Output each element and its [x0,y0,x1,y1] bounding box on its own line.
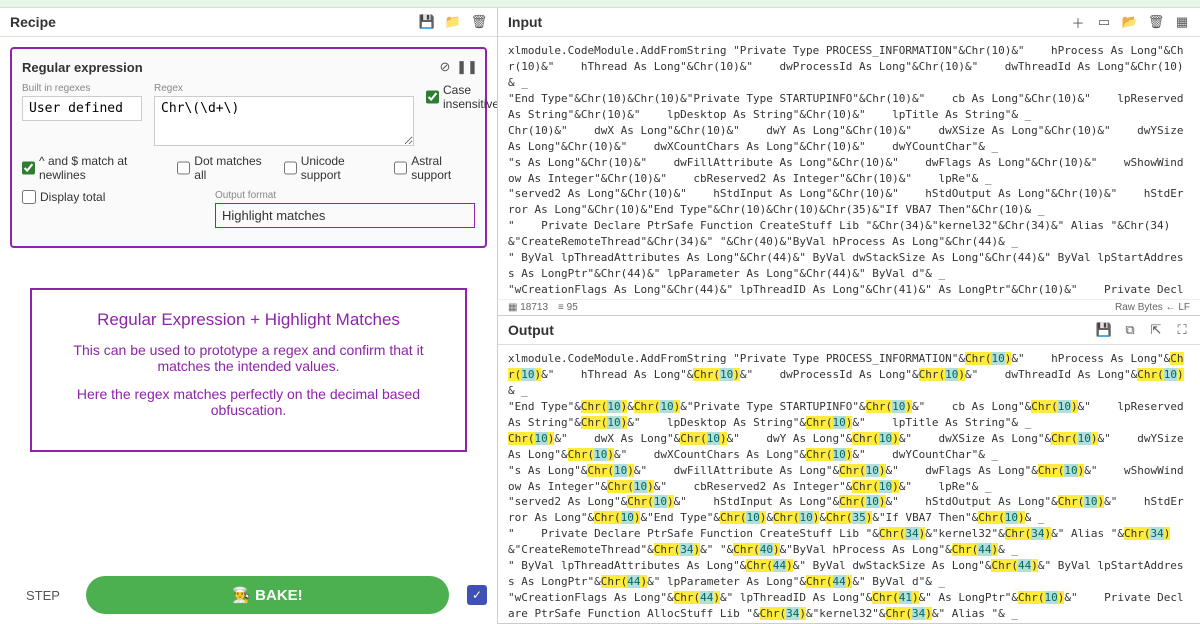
open-file-icon[interactable]: 📂 [1122,14,1138,30]
output-section: Output 💾 ⧉ ⇱ ⛶ xlmodule.CodeModule.AddFr… [498,316,1200,624]
top-banner [0,0,1200,8]
builtin-select[interactable] [22,96,142,121]
recipe-title: Recipe [10,14,56,30]
save-icon[interactable]: 💾 [419,14,435,30]
output-content: xlmodule.CodeModule.AddFromString "Priva… [498,345,1200,623]
disable-icon[interactable]: ⊘ [437,59,453,75]
input-section: Input ＋ ▭ 📂 🗑 ▦ xlmodule.CodeModule.AddF… [498,8,1200,316]
bake-button[interactable]: 👨‍🍳 BAKE! [86,576,449,614]
input-encoding[interactable]: Raw Bytes ← LF [1115,302,1190,313]
maximize-output-icon[interactable]: ⛶ [1174,322,1190,338]
open-folder-icon[interactable]: ▭ [1096,14,1112,30]
save-output-icon[interactable]: 💾 [1096,322,1112,338]
unicode-checkbox[interactable]: Unicode support [284,154,377,182]
step-button[interactable]: STEP [10,580,76,611]
auto-bake-toggle[interactable]: ✓ [467,585,487,605]
copy-output-icon[interactable]: ⧉ [1122,322,1138,338]
operation-name: Regular expression [22,60,143,75]
display-total-checkbox[interactable]: Display total [22,190,105,204]
builtin-label: Built in regexes [22,83,142,94]
output-format-select[interactable]: Highlight matches [215,203,475,228]
input-textarea[interactable]: xlmodule.CodeModule.AddFromString "Priva… [498,37,1200,299]
annotation-title: Regular Expression + Highlight Matches [52,310,445,330]
annotation-text2: Here the regex matches perfectly on the … [52,386,445,418]
recipe-panel: Recipe 💾 📁 🗑 Regular expression ⊘ ❚❚ [0,8,498,624]
input-char-count: ▦ 18713 [508,302,548,313]
add-input-icon[interactable]: ＋ [1070,14,1086,30]
input-line-count: ≡ 95 [558,302,578,313]
regex-label: Regex [154,83,414,94]
clear-input-icon[interactable]: 🗑 [1148,14,1164,30]
annotation-text1: This can be used to prototype a regex an… [52,342,445,374]
folder-icon[interactable]: 📁 [445,14,461,30]
input-status-bar: ▦ 18713 ≡ 95 Raw Bytes ← LF [498,299,1200,315]
move-output-icon[interactable]: ⇱ [1148,322,1164,338]
pause-icon[interactable]: ❚❚ [459,59,475,75]
output-format-label: Output format [215,190,475,201]
annotation-box: Regular Expression + Highlight Matches T… [30,288,467,452]
case-insensitive-checkbox[interactable]: Case insensitive [426,83,497,111]
trash-icon[interactable]: 🗑 [471,14,487,30]
input-title: Input [508,14,542,30]
output-title: Output [508,322,554,338]
chef-icon: 👨‍🍳 [232,587,251,604]
reset-layout-icon[interactable]: ▦ [1174,14,1190,30]
newlines-checkbox[interactable]: ^ and $ match at newlines [22,154,159,182]
regex-operation: Regular expression ⊘ ❚❚ Built in regexes… [10,47,487,248]
dotall-checkbox[interactable]: Dot matches all [177,154,265,182]
regex-input[interactable] [154,96,414,146]
astral-checkbox[interactable]: Astral support [394,154,475,182]
